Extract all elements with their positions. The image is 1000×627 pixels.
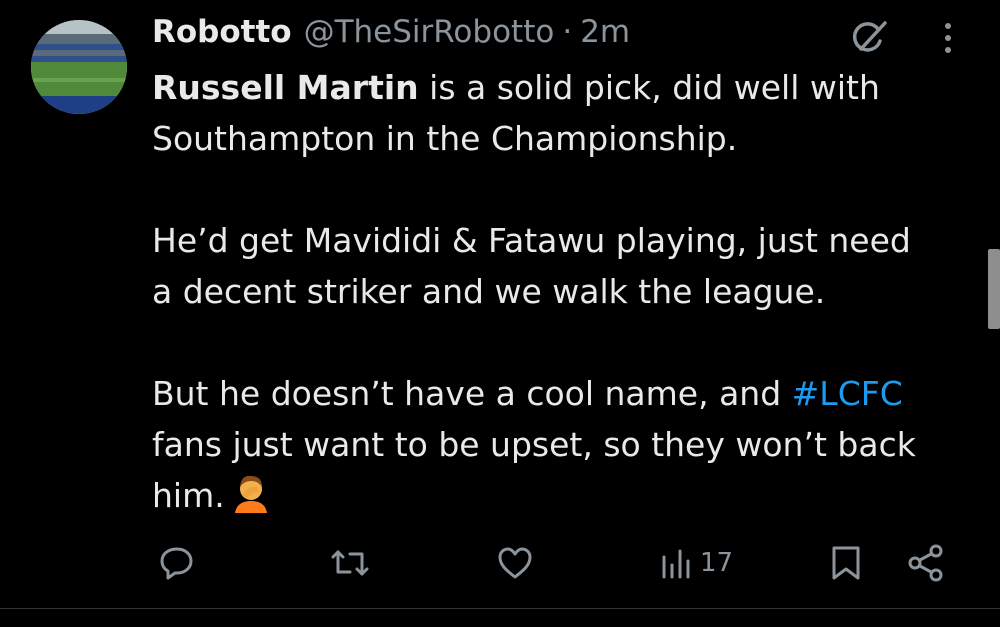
share-icon[interactable] <box>906 540 946 586</box>
text: Southampton in the Championship. <box>152 119 738 158</box>
divider <box>0 608 1000 609</box>
text: But he doesn’t have a cool name, and <box>152 374 792 413</box>
facepalm-emoji-icon <box>231 473 271 513</box>
action-bar: 17 <box>0 540 1000 586</box>
paragraph-2: He’d get Mavididi & Fatawu playing, just… <box>152 215 982 317</box>
views-button[interactable]: 17 <box>660 540 733 586</box>
author-name[interactable]: Robotto <box>152 14 292 50</box>
views-count: 17 <box>700 548 734 578</box>
hashtag-link[interactable]: #LCFC <box>792 374 903 413</box>
author-handle[interactable]: @TheSirRobotto <box>304 14 555 50</box>
post-header: Robotto @TheSirRobotto · 2m <box>152 14 630 54</box>
separator-dot: · <box>562 14 573 50</box>
post-body: Russell Martin is a solid pick, did well… <box>152 62 982 521</box>
like-icon[interactable] <box>496 540 534 586</box>
text: is a solid pick, did well with <box>418 68 880 107</box>
bookmark-icon[interactable] <box>829 540 863 586</box>
scrollbar[interactable] <box>988 249 1000 329</box>
avatar[interactable] <box>31 20 127 114</box>
repost-icon[interactable] <box>330 540 370 586</box>
text: He’d get Mavididi & Fatawu playing, just… <box>152 221 911 260</box>
views-icon <box>660 545 694 581</box>
paragraph-3: But he doesn’t have a cool name, and #LC… <box>152 368 982 521</box>
grok-icon[interactable] <box>848 17 890 59</box>
text: a decent striker and we walk the league. <box>152 272 826 311</box>
reply-icon[interactable] <box>158 540 196 586</box>
paragraph-1: Russell Martin is a solid pick, did well… <box>152 62 982 164</box>
text: him. <box>152 476 225 515</box>
post-time[interactable]: 2m <box>580 14 630 50</box>
bold-name: Russell Martin <box>152 68 419 107</box>
more-icon[interactable] <box>938 20 958 56</box>
text: fans just want to be upset, so they won’… <box>152 425 916 464</box>
